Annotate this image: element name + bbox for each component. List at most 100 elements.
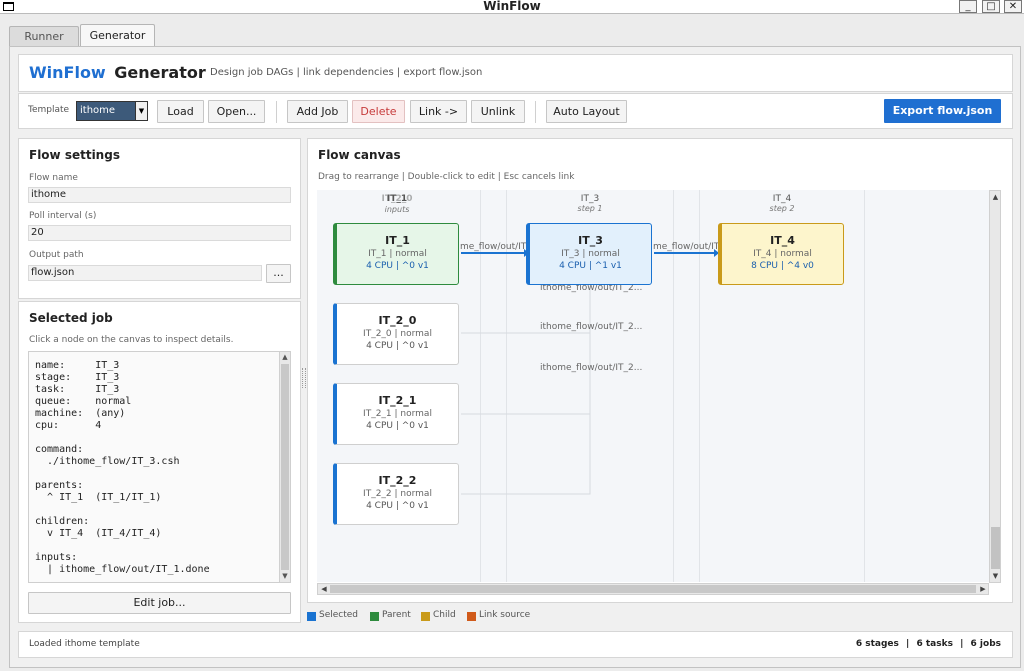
poll-interval-label: Poll interval (s): [29, 211, 97, 221]
page-title-text: Generator: [114, 63, 206, 82]
status-message: Loaded ithome template: [29, 639, 140, 649]
node-info: 4 CPU | ^1 v1: [559, 261, 622, 271]
auto-layout-button[interactable]: Auto Layout: [546, 100, 627, 123]
node-it2-2[interactable]: IT_2_2 IT_2_2 | normal 4 CPU | ^0 v1: [333, 463, 459, 525]
toolbar-divider: [276, 101, 277, 123]
node-info: 4 CPU | ^0 v1: [366, 341, 429, 351]
legend-swatch-selected: [307, 612, 316, 621]
node-it3[interactable]: IT_3 IT_3 | normal 4 CPU | ^1 v1: [526, 223, 652, 285]
legend-selected-label: Selected: [319, 610, 359, 620]
column-header-overlap: IT_2_0: [381, 194, 413, 204]
node-it2-0[interactable]: IT_2_0 IT_2_0 | normal 4 CPU | ^0 v1: [333, 303, 459, 365]
node-subtitle: IT_2_0 | normal: [363, 329, 432, 339]
template-label: Template: [28, 105, 70, 115]
brand-name: WinFlow: [29, 63, 106, 82]
status-separator: |: [906, 639, 910, 649]
status-separator: |: [960, 639, 964, 649]
add-job-button[interactable]: Add Job: [287, 100, 348, 123]
scroll-down-icon[interactable]: ▼: [991, 571, 1000, 581]
window-title: WinFlow: [483, 0, 541, 13]
job-details-box[interactable]: name: IT_3 stage: IT_3 task: IT_3 queue:…: [28, 351, 291, 583]
maximize-button[interactable]: □: [982, 0, 1000, 13]
column-header-name: IT_3: [580, 194, 600, 204]
node-title: IT_3: [578, 234, 603, 247]
export-button[interactable]: Export flow.json: [884, 99, 1001, 123]
scroll-right-icon[interactable]: ▶: [978, 584, 988, 594]
close-button[interactable]: ✕: [1004, 0, 1022, 13]
legend-child-label: Child: [433, 610, 456, 620]
scrollbar-thumb[interactable]: [991, 527, 1000, 569]
node-info: 4 CPU | ^0 v1: [366, 421, 429, 431]
canvas-horizontal-scrollbar[interactable]: ◀ ▶: [317, 583, 989, 595]
job-details-text: name: IT_3 stage: IT_3 task: IT_3 queue:…: [35, 360, 210, 575]
node-subtitle: IT_2_1 | normal: [363, 409, 432, 419]
flow-name-label: Flow name: [29, 173, 78, 183]
edit-job-button[interactable]: Edit job...: [28, 592, 291, 614]
scroll-up-icon[interactable]: ▲: [991, 192, 1000, 202]
node-title: IT_2_2: [378, 474, 417, 487]
load-button[interactable]: Load: [157, 100, 204, 123]
unlink-button[interactable]: Unlink: [471, 100, 525, 123]
job-count: 6 jobs: [970, 639, 1001, 649]
flow-canvas[interactable]: IT_1 IT_2_0 inputs IT_3 step 1 IT_4 step…: [317, 190, 989, 582]
toolbar-divider: [535, 101, 536, 123]
column-header-sub: step 2: [769, 204, 795, 213]
node-it2-1[interactable]: IT_2_1 IT_2_1 | normal 4 CPU | ^0 v1: [333, 383, 459, 445]
node-subtitle: IT_4 | normal: [753, 249, 812, 259]
output-path-label: Output path: [29, 250, 84, 260]
edge-it2-1: [461, 286, 591, 415]
template-select[interactable]: ithome ▼: [76, 101, 148, 121]
selected-job-title: Selected job: [29, 311, 113, 325]
flow-settings-title: Flow settings: [29, 148, 120, 162]
column-header: IT_4 step 2: [732, 194, 832, 213]
task-count: 6 tasks: [916, 639, 953, 649]
job-details-scrollbar[interactable]: ▲ ▼: [279, 352, 290, 582]
poll-interval-field[interactable]: 20: [28, 225, 291, 241]
node-subtitle: IT_2_2 | normal: [363, 489, 432, 499]
status-counts: 6 stages | 6 tasks | 6 jobs: [856, 639, 1001, 649]
open-button[interactable]: Open...: [208, 100, 265, 123]
node-title: IT_1: [385, 234, 410, 247]
flow-canvas-hint: Drag to rearrange | Double-click to edit…: [318, 172, 575, 182]
legend-swatch-parent: [370, 612, 379, 621]
scroll-up-icon[interactable]: ▲: [281, 353, 289, 362]
node-info: 4 CPU | ^0 v1: [366, 261, 429, 271]
tab-generator[interactable]: Generator: [80, 24, 155, 47]
edge-label: ithome_flow/out/IT_2...: [540, 363, 643, 373]
panel-splitter[interactable]: [302, 368, 306, 388]
legend-link-source-label: Link source: [479, 610, 531, 620]
scroll-down-icon[interactable]: ▼: [281, 572, 289, 581]
node-info: 4 CPU | ^0 v1: [366, 501, 429, 511]
node-subtitle: IT_1 | normal: [368, 249, 427, 259]
node-it1[interactable]: IT_1 IT_1 | normal 4 CPU | ^0 v1: [333, 223, 459, 285]
browse-button[interactable]: ...: [266, 264, 291, 283]
page-subtitle: Design job DAGs | link dependencies | ex…: [210, 67, 483, 78]
node-title: IT_4: [770, 234, 795, 247]
edge-label: me_flow/out/IT: [653, 242, 720, 252]
minimize-button[interactable]: _: [959, 0, 977, 13]
scroll-left-icon[interactable]: ◀: [319, 584, 329, 594]
node-subtitle: IT_3 | normal: [561, 249, 620, 259]
output-path-field[interactable]: flow.json: [28, 265, 262, 281]
link-button[interactable]: Link ->: [410, 100, 467, 123]
delete-button[interactable]: Delete: [352, 100, 405, 123]
legend-parent-label: Parent: [382, 610, 411, 620]
stage-count: 6 stages: [855, 639, 899, 649]
canvas-vertical-scrollbar[interactable]: ▲ ▼: [989, 190, 1001, 583]
column-header: IT_3 step 1: [540, 194, 640, 213]
column-header: IT_1 IT_2_0 inputs: [347, 194, 447, 214]
tab-runner[interactable]: Runner: [9, 26, 79, 46]
scrollbar-thumb[interactable]: [281, 364, 289, 570]
flow-canvas-title: Flow canvas: [318, 148, 401, 162]
column-header-name: IT_4: [772, 194, 792, 204]
node-title: IT_2_1: [378, 394, 417, 407]
edge-it2-2: [461, 286, 591, 495]
flow-name-field[interactable]: ithome: [28, 187, 291, 203]
page-title: WinFlow Generator: [29, 63, 206, 82]
column-header-sub: step 1: [577, 204, 603, 213]
legend-swatch-link-source: [467, 612, 476, 621]
chevron-down-icon[interactable]: ▼: [135, 102, 147, 120]
node-it4[interactable]: IT_4 IT_4 | normal 8 CPU | ^4 v0: [718, 223, 844, 285]
scrollbar-thumb[interactable]: [330, 585, 976, 593]
template-select-value: ithome: [80, 105, 116, 116]
